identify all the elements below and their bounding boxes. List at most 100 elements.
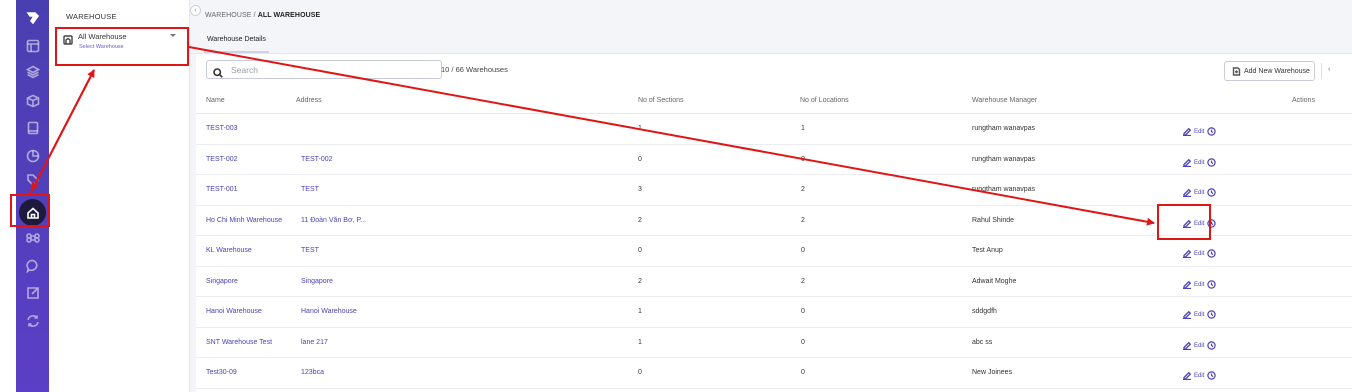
- edit-button[interactable]: Edit: [1194, 343, 1204, 349]
- table-row[interactable]: TEST-002 TEST-002 0 0 rungtham wanavpas Edit: [196, 145, 1352, 175]
- history-icon[interactable]: [1207, 184, 1217, 202]
- edit-icon[interactable]: [1182, 276, 1192, 294]
- warehouse-name-link[interactable]: Hanoi Warehouse: [206, 308, 262, 315]
- warehouse-name-link[interactable]: Ho Chi Minh Warehouse: [206, 217, 282, 224]
- section-count: 0: [638, 155, 642, 163]
- logo-icon[interactable]: [16, 6, 49, 30]
- row-actions: Edit: [1182, 154, 1217, 172]
- layout-icon[interactable]: [16, 34, 49, 58]
- edit-icon[interactable]: [1182, 367, 1192, 385]
- warehouse-name-link[interactable]: TEST-002: [206, 156, 238, 163]
- edit-button[interactable]: Edit: [1194, 373, 1204, 379]
- warehouse-name-link[interactable]: TEST-003: [206, 125, 238, 132]
- warehouse-address: TEST: [301, 247, 319, 254]
- pie-chart-icon[interactable]: [16, 144, 49, 168]
- edit-icon[interactable]: [1182, 184, 1192, 202]
- table-row[interactable]: TEST-003 1 1 rungtham wanavpas Edit: [196, 114, 1352, 145]
- book-icon[interactable]: [16, 116, 49, 140]
- col-actions: Actions: [1292, 97, 1315, 104]
- annotation-box-home: [10, 194, 50, 227]
- history-icon[interactable]: [1207, 123, 1217, 141]
- section-count: 1: [638, 125, 642, 132]
- search-box: [206, 60, 442, 79]
- export-icon[interactable]: [16, 281, 49, 305]
- collapse-toggle[interactable]: ‹: [190, 5, 201, 16]
- table-row[interactable]: SNT Warehouse Test lane 217 1 0 abc ss Edit: [196, 328, 1352, 358]
- section-count: 2: [638, 277, 642, 285]
- warehouse-manager: rungtham wanavpas: [972, 125, 1036, 132]
- location-count: 0: [801, 308, 805, 315]
- edit-icon[interactable]: [1182, 245, 1192, 263]
- app-window: WAREHOUSE All Warehouse Select Warehouse…: [0, 0, 1352, 392]
- warehouse-count: 10 / 66 Warehouses: [441, 65, 508, 74]
- row-actions: Edit: [1182, 306, 1217, 324]
- row-actions: Edit: [1182, 367, 1217, 385]
- edit-button[interactable]: Edit: [1194, 160, 1204, 166]
- sync-icon[interactable]: [16, 309, 49, 333]
- warehouse-name-link[interactable]: SNT Warehouse Test: [206, 339, 272, 346]
- edit-button[interactable]: Edit: [1194, 282, 1204, 288]
- table-row[interactable]: KL Warehouse TEST 0 0 Test Anup Edit: [196, 236, 1352, 267]
- table-header: Name Address No of Sections No of Locati…: [196, 90, 1352, 114]
- location-count: 2: [801, 216, 805, 224]
- location-count: 2: [801, 186, 805, 193]
- breadcrumb-parent[interactable]: WAREHOUSE: [205, 12, 252, 19]
- col-name[interactable]: Name: [206, 97, 225, 104]
- main-content: ‹ WAREHOUSE / ALL WAREHOUSE Warehouse De…: [190, 0, 1352, 392]
- breadcrumb: WAREHOUSE / ALL WAREHOUSE: [205, 12, 320, 19]
- warehouse-manager: Adwait Moghe: [972, 277, 1017, 285]
- more-button[interactable]: ‹: [1328, 66, 1330, 73]
- warehouse-manager: New Joinees: [972, 369, 1013, 376]
- warehouse-name-link[interactable]: Test30-09: [206, 369, 237, 376]
- search-input[interactable]: [231, 63, 431, 76]
- edit-icon[interactable]: [1182, 154, 1192, 172]
- warehouse-manager: Test Anup: [972, 247, 1003, 254]
- edit-icon[interactable]: [1182, 123, 1192, 141]
- section-count: 0: [638, 247, 642, 254]
- history-icon[interactable]: [1207, 337, 1217, 355]
- subnav-title: WAREHOUSE: [66, 12, 117, 21]
- add-new-warehouse-button[interactable]: Add New Warehouse: [1224, 61, 1315, 81]
- warehouse-address: 11 Đoàn Văn Bơ, P...: [301, 216, 367, 224]
- col-address[interactable]: Address: [296, 97, 322, 104]
- command-icon[interactable]: [16, 226, 49, 250]
- edit-button[interactable]: Edit: [1194, 312, 1204, 318]
- edit-button[interactable]: Edit: [1194, 190, 1204, 196]
- location-count: 0: [801, 247, 805, 254]
- history-icon[interactable]: [1207, 245, 1217, 263]
- table-row[interactable]: Test30-09 123bca 0 0 New Joinees Edit: [196, 358, 1352, 389]
- warehouse-name-link[interactable]: KL Warehouse: [206, 247, 252, 254]
- col-manager[interactable]: Warehouse Manager: [972, 97, 1037, 104]
- edit-icon[interactable]: [1182, 306, 1192, 324]
- breadcrumb-current: ALL WAREHOUSE: [257, 12, 321, 19]
- annotation-box-selector: [55, 27, 189, 66]
- history-icon[interactable]: [1207, 367, 1217, 385]
- col-sections[interactable]: No of Sections: [638, 97, 684, 104]
- layers-icon[interactable]: [16, 60, 49, 84]
- warehouse-manager: rungtham wanavpas: [972, 155, 1036, 163]
- add-new-warehouse-label: Add New Warehouse: [1244, 67, 1310, 75]
- tag-icon[interactable]: [16, 168, 49, 192]
- box-icon[interactable]: [16, 89, 49, 113]
- history-icon[interactable]: [1207, 154, 1217, 172]
- col-locations[interactable]: No of Locations: [800, 97, 849, 104]
- location-count: 0: [801, 338, 805, 346]
- location-count: 1: [801, 125, 805, 132]
- table-row[interactable]: Hanoi Warehouse Hanoi Warehouse 1 0 sddgdfh E…: [196, 297, 1352, 328]
- table-row[interactable]: TEST-001 TEST 3 2 rungtham wanavpas Edit: [196, 175, 1352, 206]
- add-file-icon: [1232, 66, 1241, 76]
- warehouse-name-link[interactable]: TEST-001: [206, 186, 238, 193]
- edit-button[interactable]: Edit: [1194, 251, 1204, 257]
- row-actions: Edit: [1182, 276, 1217, 294]
- chat-icon[interactable]: [16, 254, 49, 278]
- history-icon[interactable]: [1207, 306, 1217, 324]
- warehouse-address: Hanoi Warehouse: [301, 308, 357, 315]
- warehouse-address: 123bca: [301, 369, 324, 376]
- warehouse-name-link[interactable]: Singapore: [206, 278, 238, 285]
- edit-icon[interactable]: [1182, 337, 1192, 355]
- table-row[interactable]: Singapore Singapore 2 2 Adwait Moghe Edit: [196, 267, 1352, 297]
- warehouse-address: TEST-002: [301, 155, 333, 163]
- history-icon[interactable]: [1207, 276, 1217, 294]
- tab-warehouse-details[interactable]: Warehouse Details: [204, 29, 269, 53]
- edit-button[interactable]: Edit: [1194, 129, 1204, 135]
